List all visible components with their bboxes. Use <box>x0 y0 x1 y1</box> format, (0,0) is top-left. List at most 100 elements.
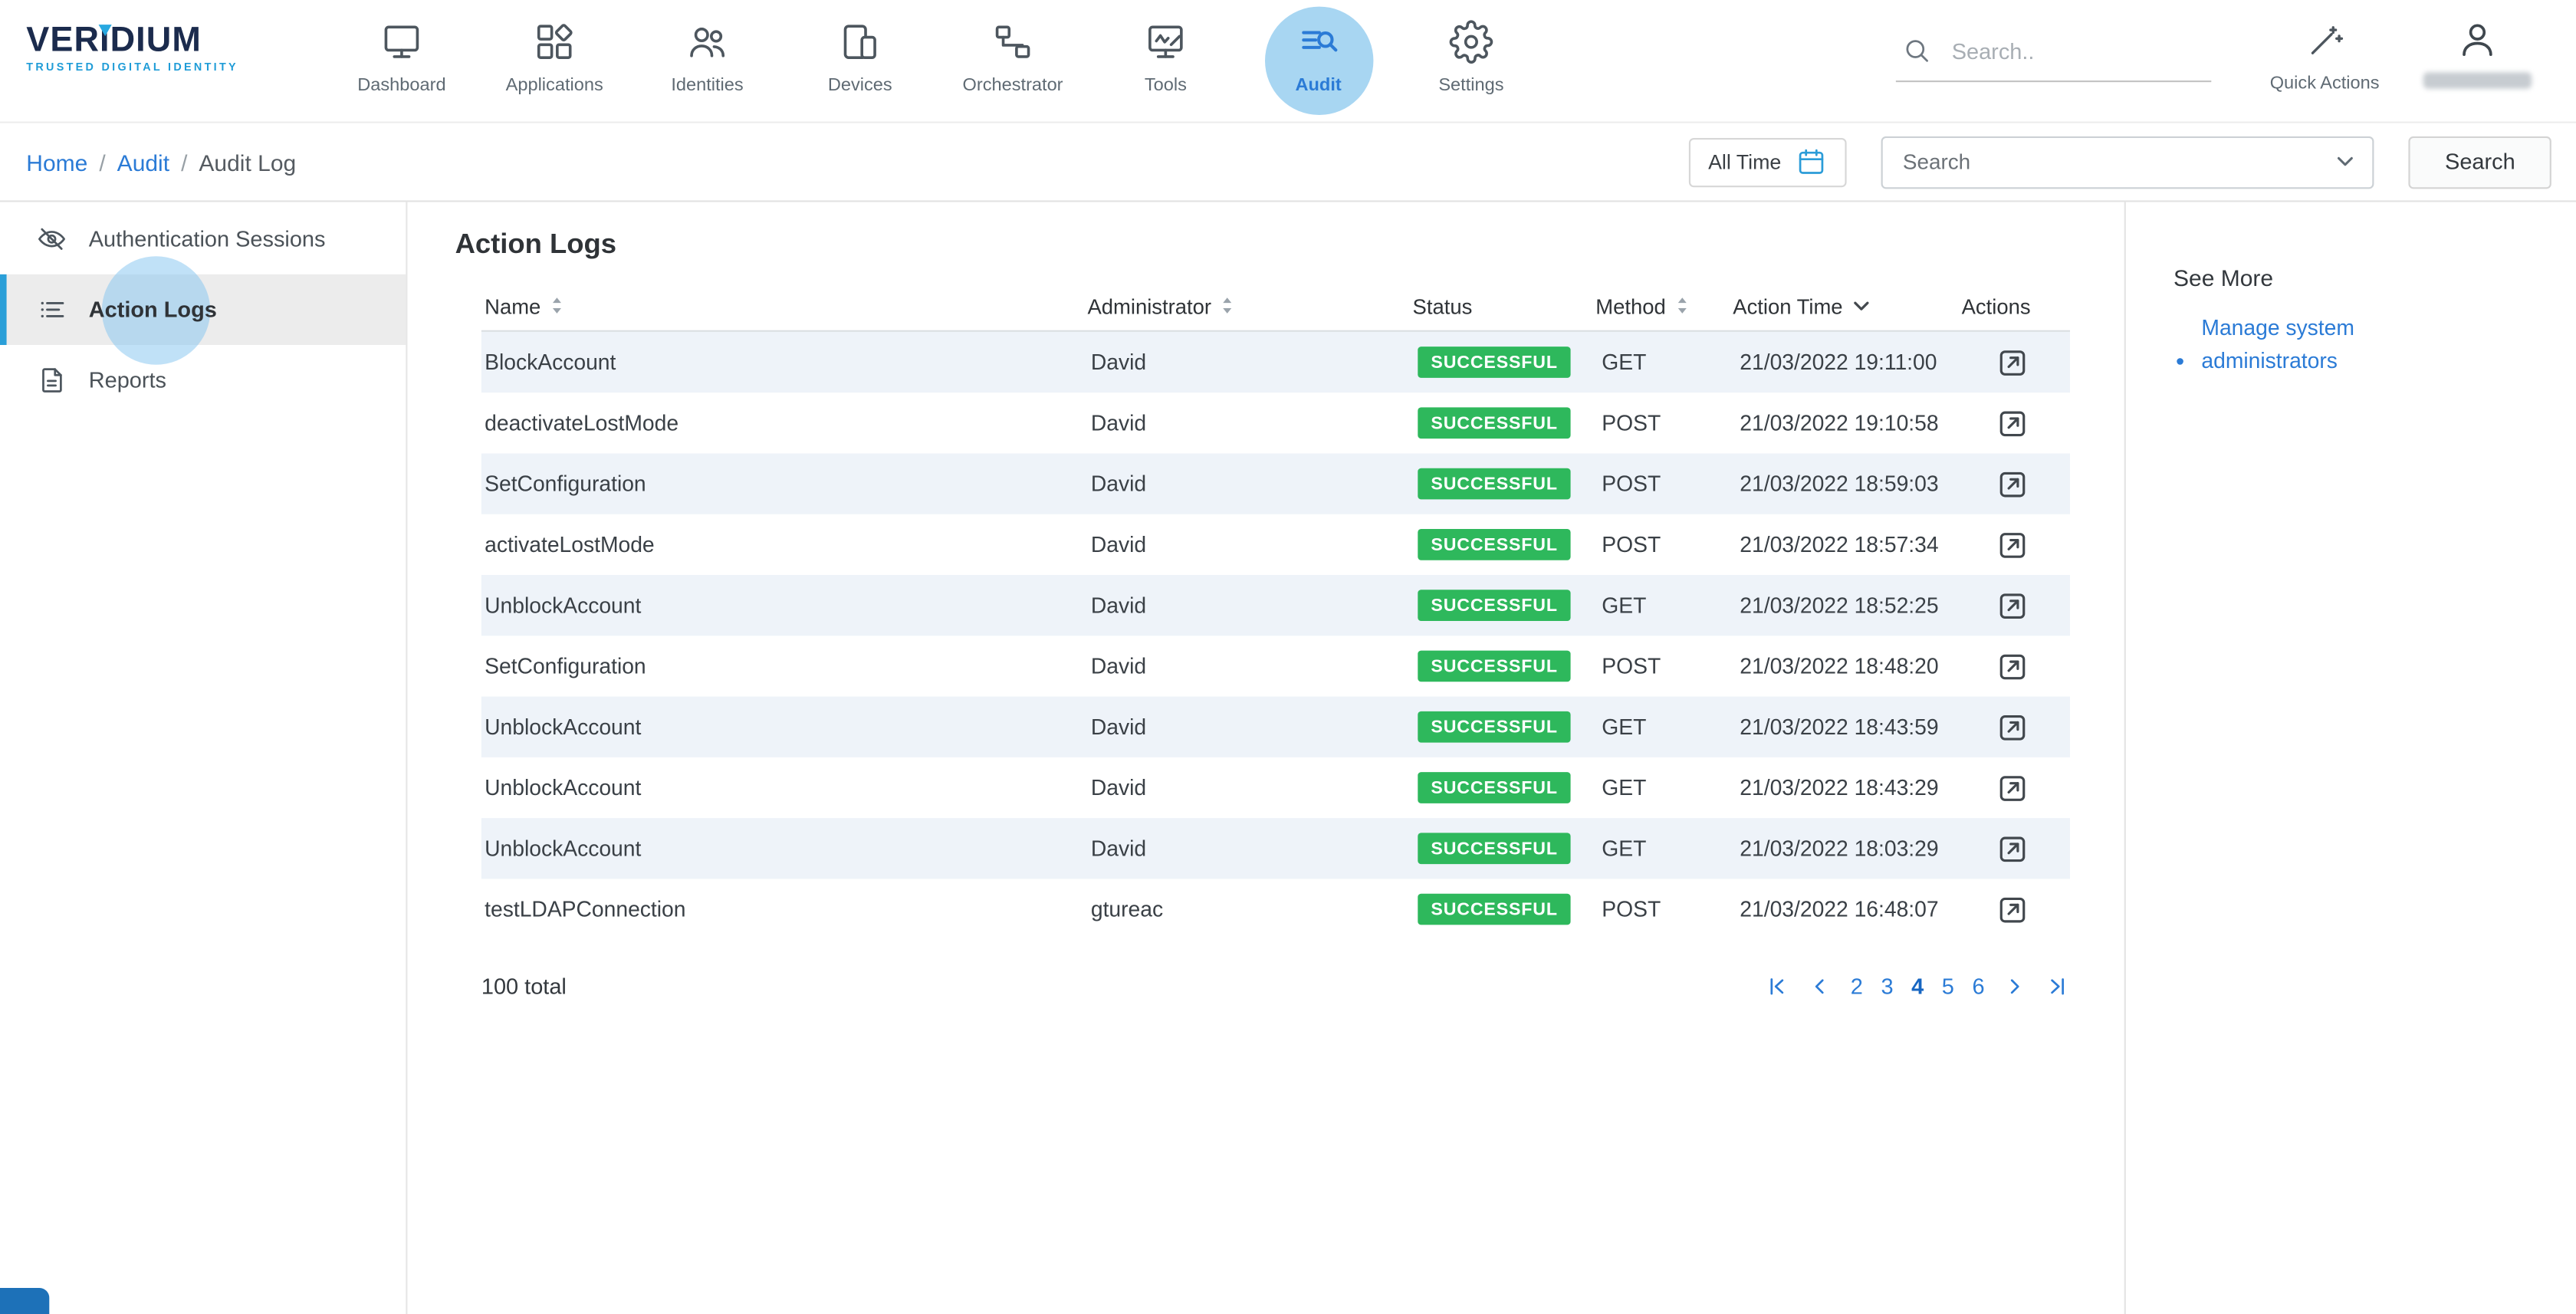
cell-status: SUCCESSFUL <box>1414 651 1598 682</box>
view-details-button[interactable] <box>1994 587 2030 623</box>
cell-status: SUCCESSFUL <box>1414 347 1598 378</box>
view-details-button[interactable] <box>1994 527 2030 563</box>
cell-action-time: 21/03/2022 18:59:03 <box>1737 471 1967 496</box>
column-label: Action Time <box>1733 294 1842 318</box>
table-row: UnblockAccount David SUCCESSFUL GET 21/0… <box>481 757 2070 818</box>
cell-method: POST <box>1598 532 1737 557</box>
column-header-method[interactable]: Method <box>1592 294 1730 318</box>
status-badge: SUCCESSFUL <box>1418 468 1571 500</box>
column-label: Method <box>1595 294 1665 318</box>
view-details-button[interactable] <box>1994 405 2030 441</box>
see-more-title: See More <box>2174 264 2560 291</box>
view-details-button[interactable] <box>1994 830 2030 866</box>
cell-administrator: David <box>1088 471 1414 496</box>
view-details-button[interactable] <box>1994 770 2030 806</box>
view-details-button[interactable] <box>1994 709 2030 745</box>
chat-widget[interactable] <box>0 1288 49 1314</box>
status-badge: SUCCESSFUL <box>1418 711 1571 743</box>
cell-actions <box>1967 466 2070 502</box>
cell-name: UnblockAccount <box>481 593 1088 618</box>
cell-administrator: David <box>1088 593 1414 618</box>
nav-item-applications[interactable]: Applications <box>478 0 631 122</box>
breadcrumb-audit[interactable]: Audit <box>117 149 169 175</box>
breadcrumb-current: Audit Log <box>199 149 296 175</box>
search-filter-dropdown[interactable]: Search <box>1881 136 2374 189</box>
page-link-4-current[interactable]: 4 <box>1911 974 1924 999</box>
column-label: Status <box>1413 294 1473 318</box>
page-link-2[interactable]: 2 <box>1851 974 1863 999</box>
status-badge: SUCCESSFUL <box>1418 651 1571 682</box>
search-button[interactable]: Search <box>2409 136 2551 189</box>
quick-actions-button[interactable]: Quick Actions <box>2254 0 2395 94</box>
view-details-button[interactable] <box>1994 344 2030 380</box>
global-search <box>1896 36 2211 82</box>
nav-item-dashboard[interactable]: Dashboard <box>325 0 478 122</box>
cell-administrator: David <box>1088 532 1414 557</box>
cell-status: SUCCESSFUL <box>1414 468 1598 500</box>
view-details-button[interactable] <box>1994 466 2030 502</box>
cell-method: GET <box>1598 593 1737 618</box>
sidebar-item-reports[interactable]: Reports <box>0 345 406 416</box>
last-page-button[interactable] <box>2045 974 2070 999</box>
cell-method: POST <box>1598 471 1737 496</box>
first-page-button[interactable] <box>1765 974 1789 999</box>
time-range-button[interactable]: All Time <box>1688 137 1847 186</box>
column-header-name[interactable]: Name <box>481 294 1084 318</box>
devices-icon <box>838 20 882 64</box>
sidebar-item-label: Reports <box>89 368 166 393</box>
cell-method: GET <box>1598 775 1737 800</box>
page-link-3[interactable]: 3 <box>1881 974 1893 999</box>
document-icon <box>36 365 67 396</box>
chevron-down-icon <box>1852 300 1868 311</box>
logo-flag-icon <box>99 25 112 36</box>
logo-tagline: TRUSTED DIGITAL IDENTITY <box>26 62 276 74</box>
user-profile-button[interactable] <box>2412 0 2543 89</box>
view-details-button[interactable] <box>1994 892 2030 928</box>
table-row: SetConfiguration David SUCCESSFUL POST 2… <box>481 453 2070 514</box>
main-navigation: Dashboard Applications Identities Device… <box>325 0 1547 122</box>
cell-action-time: 21/03/2022 18:57:34 <box>1737 532 1967 557</box>
breadcrumb-home[interactable]: Home <box>26 149 87 175</box>
nav-item-orchestrator[interactable]: Orchestrator <box>936 0 1089 122</box>
page-title: Action Logs <box>455 228 2124 261</box>
page-link-6[interactable]: 6 <box>1972 974 1984 999</box>
nav-item-devices[interactable]: Devices <box>784 0 936 122</box>
eye-off-icon <box>36 223 67 255</box>
main-panel: Action Logs Name Administrator Status <box>407 202 2124 1314</box>
veridium-logo[interactable]: VERIDIUM TRUSTED DIGITAL IDENTITY <box>26 23 276 122</box>
table-row: UnblockAccount David SUCCESSFUL GET 21/0… <box>481 697 2070 757</box>
cell-method: GET <box>1598 350 1737 374</box>
nav-item-identities[interactable]: Identities <box>631 0 784 122</box>
prev-page-button[interactable] <box>1808 974 1832 999</box>
cell-name: activateLostMode <box>481 532 1088 557</box>
nav-item-audit[interactable]: Audit <box>1242 0 1395 122</box>
cell-actions <box>1967 709 2070 745</box>
sidebar-item-authentication-sessions[interactable]: Authentication Sessions <box>0 204 406 274</box>
search-input[interactable] <box>1948 37 2178 64</box>
sidebar-item-action-logs[interactable]: Action Logs <box>0 274 406 345</box>
cell-action-time: 21/03/2022 18:48:20 <box>1737 654 1967 678</box>
status-badge: SUCCESSFUL <box>1418 590 1571 621</box>
breadcrumb: Home / Audit / Audit Log <box>26 149 296 175</box>
nav-label: Applications <box>506 76 603 96</box>
view-details-button[interactable] <box>1994 648 2030 684</box>
column-header-action-time[interactable]: Action Time <box>1730 294 1958 318</box>
column-header-status: Status <box>1409 294 1592 318</box>
cell-action-time: 21/03/2022 19:10:58 <box>1737 411 1967 435</box>
nav-label: Devices <box>828 76 892 96</box>
nav-item-settings[interactable]: Settings <box>1395 0 1547 122</box>
nav-item-tools[interactable]: Tools <box>1089 0 1242 122</box>
cell-name: UnblockAccount <box>481 775 1088 800</box>
status-badge: SUCCESSFUL <box>1418 772 1571 803</box>
manage-system-administrators-link[interactable]: Manage system administrators <box>2201 312 2375 376</box>
column-header-administrator[interactable]: Administrator <box>1084 294 1409 318</box>
sort-icon <box>550 296 564 316</box>
table-row: BlockAccount David SUCCESSFUL GET 21/03/… <box>481 332 2070 393</box>
time-range-label: All Time <box>1708 150 1781 173</box>
content-area: Authentication Sessions Action Logs Repo… <box>0 202 2576 1314</box>
page-link-5[interactable]: 5 <box>1942 974 1954 999</box>
nav-label: Dashboard <box>357 76 445 96</box>
cell-administrator: David <box>1088 411 1414 435</box>
next-page-button[interactable] <box>2003 974 2027 999</box>
cell-actions <box>1967 648 2070 684</box>
